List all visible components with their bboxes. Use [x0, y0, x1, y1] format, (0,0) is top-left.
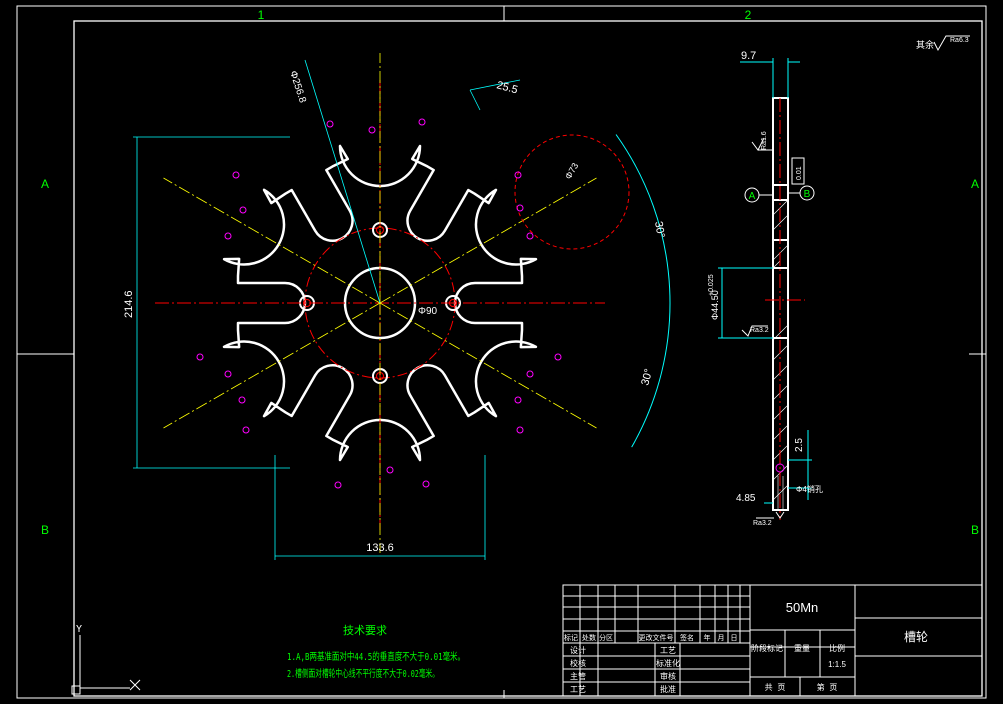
- zone-row-b-right: B: [971, 523, 979, 537]
- svg-text:工艺: 工艺: [570, 685, 586, 694]
- tech-line-1: 1.A,B两基准面对中44.5的垂直度不大于0.01毫米。: [287, 650, 465, 663]
- tech-line-2: 2.槽侧面对槽轮中心线不平行度不大于0.02毫米。: [287, 667, 439, 680]
- angle-arc: [615, 134, 671, 448]
- tb-sheet-no: 第 页: [817, 682, 838, 692]
- tb-part-name: 槽轮: [904, 630, 928, 644]
- perp-tol: 0.01: [796, 166, 803, 180]
- tangency-marker: [232, 171, 240, 179]
- svg-text:主管: 主管: [570, 671, 586, 681]
- dim-circle-dia: Φ73: [563, 161, 580, 181]
- svg-text:处数: 处数: [582, 633, 596, 642]
- dim-angle-bottom: 30°: [639, 368, 655, 387]
- svg-text:签名: 签名: [680, 633, 694, 642]
- ucs-icon: [71, 635, 141, 695]
- tangency-marker: [334, 481, 342, 489]
- tangency-marker: [514, 396, 522, 404]
- zone-row-a: A: [41, 177, 49, 191]
- tb-sheet-total: 共 页: [765, 683, 786, 692]
- dim-thickness: 9.7: [741, 50, 756, 62]
- dim-pin-offset: 4.85: [736, 493, 756, 504]
- tangency-marker: [239, 206, 247, 214]
- tangency-marker: [516, 204, 524, 212]
- dim-height: 214.6: [123, 290, 135, 318]
- tangency-marker: [326, 120, 334, 128]
- dim-bore: Φ90: [418, 306, 438, 317]
- tangency-marker: [368, 126, 376, 134]
- zone-col-1: 1: [258, 8, 265, 22]
- tangency-marker: [554, 353, 562, 361]
- tb-scale: 1:1.5: [828, 660, 846, 669]
- zone-row-a-right: A: [971, 177, 979, 191]
- tb-material: 50Mn: [786, 600, 819, 615]
- tangency-marker: [526, 370, 534, 378]
- roughness-3: Ra3.2: [753, 520, 772, 527]
- svg-text:月: 月: [718, 634, 725, 642]
- svg-text:审核: 审核: [660, 671, 676, 681]
- dim-hub-tol: +0.025: [708, 274, 715, 296]
- tb-rev-headers: 标记 处数 分区 更改文件号 签名 年 月 日: [564, 633, 738, 642]
- svg-text:工艺: 工艺: [660, 646, 676, 655]
- tangency-marker: [516, 426, 524, 434]
- dimension-line: [304, 59, 381, 304]
- tb-weight: 重量: [794, 643, 810, 653]
- tangency-marker: [526, 232, 534, 240]
- svg-text:校核: 校核: [570, 658, 586, 668]
- tangency-marker: [224, 370, 232, 378]
- datum-a-label: A: [749, 191, 756, 202]
- tangency-marker: [224, 232, 232, 240]
- svg-text:Ra6.3: Ra6.3: [950, 37, 969, 44]
- tech-title: 技术要求: [343, 624, 387, 637]
- dim-outer-dia: Φ256.8: [287, 70, 308, 105]
- dim-angle-top: 30°: [652, 220, 667, 238]
- zone-col-2: 2: [745, 8, 752, 22]
- svg-text:设计: 设计: [570, 645, 586, 655]
- geneva-wheel-front-view: [133, 53, 671, 560]
- dim-chamfer: 2.5: [794, 438, 805, 452]
- tangency-marker: [196, 353, 204, 361]
- tb-scale-label: 比例: [829, 643, 845, 653]
- svg-text:分区: 分区: [599, 633, 613, 642]
- svg-text:年: 年: [704, 633, 711, 642]
- tangency-marker: [242, 426, 250, 434]
- svg-text:标记: 标记: [564, 633, 578, 642]
- tangency-marker: [238, 396, 246, 404]
- tangency-marker: [418, 118, 426, 126]
- dim-pin-hole: Φ4销孔: [796, 484, 823, 494]
- ucs-y: Y: [76, 624, 82, 635]
- tangency-marker: [386, 466, 394, 474]
- svg-text:标准化: 标准化: [656, 658, 680, 668]
- roughness-note: 其余 Ra6.3: [916, 35, 970, 52]
- zone-row-b: B: [41, 523, 49, 537]
- svg-text:更改文件号: 更改文件号: [639, 633, 674, 642]
- roughness-2: Ra3.2: [750, 327, 769, 334]
- drawing-frame: [16, 5, 987, 699]
- svg-text:日: 日: [731, 634, 738, 642]
- svg-text:其余: 其余: [916, 39, 934, 50]
- svg-text:批准: 批准: [660, 684, 676, 694]
- tangency-marker: [422, 480, 430, 488]
- roughness-1: Ra1.6: [761, 131, 768, 150]
- cad-drawing: 1 2 A B A B 其余 Ra6.3 9.7 A B Ra1.6 0.01 …: [16, 5, 987, 699]
- datum-b-label: B: [804, 189, 811, 200]
- tb-stage: 阶段标记: [751, 643, 783, 653]
- dimension-line: [469, 89, 481, 111]
- dim-width: 133.6: [366, 542, 394, 554]
- dim-slot-width: 25.5: [495, 79, 519, 96]
